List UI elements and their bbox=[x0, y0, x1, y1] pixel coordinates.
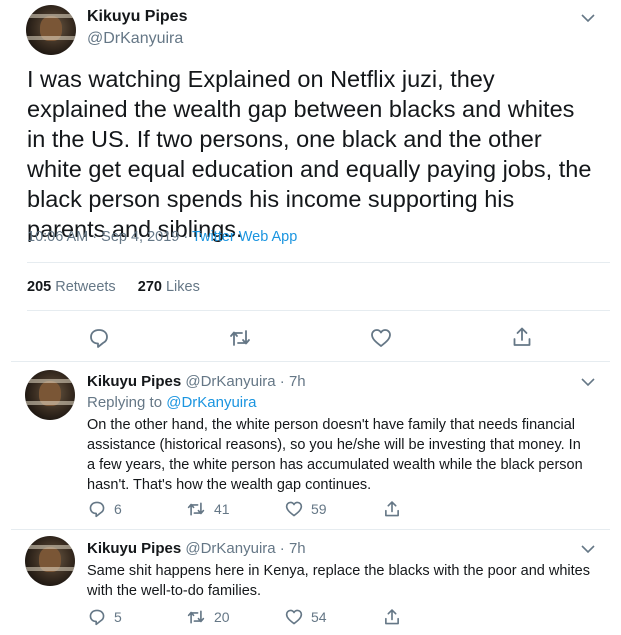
more-options-button[interactable] bbox=[580, 376, 596, 388]
retweet-count: 41 bbox=[214, 501, 230, 517]
share-icon bbox=[385, 501, 399, 517]
reply-action-retweet[interactable]: 20 bbox=[186, 607, 230, 627]
divider bbox=[11, 529, 610, 530]
more-options-button[interactable] bbox=[580, 543, 596, 555]
heart-icon bbox=[371, 329, 391, 347]
reply-text: On the other hand, the white person does… bbox=[87, 417, 583, 493]
replying-to-prefix: Replying to bbox=[87, 394, 167, 411]
retweet-icon bbox=[187, 610, 205, 624]
like-button[interactable] bbox=[370, 327, 392, 349]
more-options-button[interactable] bbox=[580, 12, 596, 24]
author-handle[interactable]: @DrKanyuira bbox=[87, 30, 183, 48]
divider bbox=[11, 361, 610, 362]
reply-action-share[interactable] bbox=[383, 499, 401, 519]
reply-action-reply[interactable]: 6 bbox=[88, 499, 122, 519]
reply-count: 5 bbox=[114, 609, 122, 625]
reply-header: Kikuyu Pipes @DrKanyuira · 7h bbox=[87, 540, 306, 557]
retweet-icon bbox=[230, 330, 250, 346]
author-name[interactable]: Kikuyu Pipes bbox=[87, 540, 181, 557]
tweet-source[interactable]: Twitter Web App bbox=[192, 229, 297, 245]
reply-icon bbox=[90, 329, 108, 348]
author-handle-time[interactable]: @DrKanyuira · 7h bbox=[181, 373, 305, 390]
share-icon bbox=[513, 327, 531, 346]
likes-stat[interactable]: 270 Likes bbox=[138, 279, 200, 295]
retweet-count: 20 bbox=[214, 609, 230, 625]
chevron-down-icon bbox=[581, 14, 595, 23]
tweet-text: I was watching Explained on Netflix juzi… bbox=[27, 66, 592, 242]
reply-text: Same shit happens here in Kenya, replace… bbox=[87, 563, 590, 599]
reply-action-share[interactable] bbox=[383, 607, 401, 627]
likes-label: Likes bbox=[161, 279, 200, 295]
retweets-label: Retweets bbox=[51, 279, 116, 295]
tweet-stats: 205 Retweets 270 Likes bbox=[27, 279, 200, 295]
author-name[interactable]: Kikuyu Pipes bbox=[87, 8, 187, 26]
divider bbox=[27, 310, 610, 311]
heart-icon bbox=[285, 501, 303, 517]
like-count: 59 bbox=[311, 501, 327, 517]
replying-to-handle[interactable]: @DrKanyuira bbox=[166, 394, 256, 411]
retweets-count: 205 bbox=[27, 279, 52, 295]
reply-action-like[interactable]: 54 bbox=[285, 607, 327, 627]
retweets-stat[interactable]: 205 Retweets bbox=[27, 279, 116, 295]
reply-icon bbox=[89, 609, 105, 626]
tweet-meta: 10:06 AM · Sep 4, 2019 · Twitter Web App bbox=[27, 229, 297, 245]
heart-icon bbox=[285, 609, 303, 625]
likes-count: 270 bbox=[137, 279, 162, 295]
like-count: 54 bbox=[311, 609, 327, 625]
author-name[interactable]: Kikuyu Pipes bbox=[87, 373, 181, 390]
reply-action-like[interactable]: 59 bbox=[285, 499, 327, 519]
reply-icon bbox=[89, 501, 105, 518]
reply-count: 6 bbox=[114, 501, 122, 517]
author-handle-time[interactable]: @DrKanyuira · 7h bbox=[181, 540, 305, 557]
reply-button[interactable] bbox=[88, 327, 110, 349]
replying-to: Replying to @DrKanyuira bbox=[87, 394, 256, 411]
avatar[interactable] bbox=[25, 370, 75, 420]
chevron-down-icon bbox=[581, 378, 595, 387]
retweet-icon bbox=[187, 502, 205, 516]
reply-action-retweet[interactable]: 41 bbox=[186, 499, 230, 519]
avatar[interactable] bbox=[26, 5, 76, 55]
retweet-button[interactable] bbox=[228, 327, 252, 349]
tweet-timestamp[interactable]: 10:06 AM · Sep 4, 2019 · bbox=[27, 229, 192, 245]
avatar[interactable] bbox=[25, 536, 75, 586]
share-icon bbox=[385, 609, 399, 625]
reply-action-reply[interactable]: 5 bbox=[88, 607, 122, 627]
share-button[interactable] bbox=[511, 326, 533, 348]
chevron-down-icon bbox=[581, 545, 595, 554]
reply-header: Kikuyu Pipes @DrKanyuira · 7h bbox=[87, 373, 306, 390]
divider bbox=[27, 262, 610, 263]
